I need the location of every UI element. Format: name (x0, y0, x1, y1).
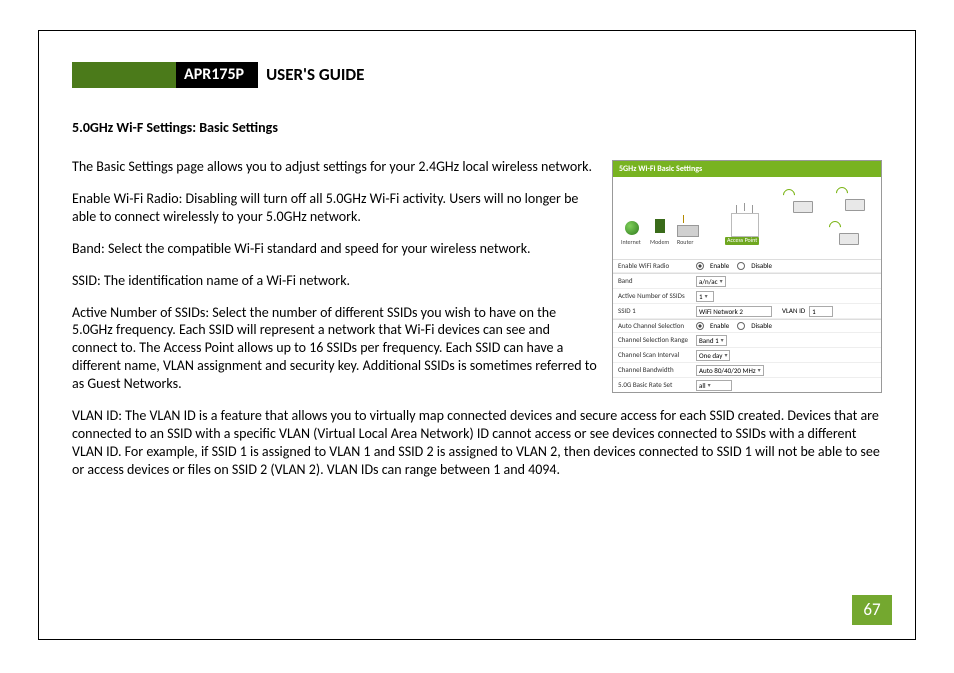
select-active-ssids[interactable]: 1 (696, 291, 714, 302)
page-content: APR175P USER'S GUIDE 5.0GHz Wi-F Setting… (72, 30, 882, 493)
label-active-ssids: Active Number of SSIDs (618, 292, 696, 301)
row-rate: 5.0G Basic Rate Set all (613, 378, 881, 392)
modem-icon (655, 219, 665, 233)
settings-screenshot: 5GHz Wi-Fi Basic Settings Internet Modem… (612, 160, 882, 393)
row-bandwidth: Channel Bandwidth Auto 80/40/20 MHz (613, 363, 881, 378)
label-channel-range: Channel Selection Range (618, 336, 696, 345)
figure-form: Enable WiFi Radio Enable Disable Band a/… (613, 259, 881, 392)
radio-enable-label: Enable (710, 262, 729, 271)
router-label: Router (677, 239, 693, 247)
label-scan-interval: Channel Scan Interval (618, 351, 696, 360)
row-enable-radio: Enable WiFi Radio Enable Disable (613, 260, 881, 273)
row-band: Band a/n/ac (613, 274, 881, 289)
radio-disable-label: Disable (751, 262, 772, 271)
input-vlanid[interactable]: 1 (809, 306, 833, 317)
laptop-icon (839, 233, 859, 245)
radio-disable[interactable] (737, 262, 747, 271)
row-ssid1: SSID 1 WiFi Network 2 VLAN ID 1 (613, 304, 881, 319)
section-heading: 5.0GHz Wi-F Settings: Basic Settings (72, 119, 882, 136)
radio-ac-disable-label: Disable (751, 322, 772, 331)
label-ssid1: SSID 1 (618, 307, 696, 316)
internet-label: Internet (621, 239, 641, 247)
ap-ant-2 (744, 203, 745, 211)
ap-ant-1 (736, 205, 737, 213)
label-auto-channel: Auto Channel Selection (618, 322, 696, 331)
header-guide-title: USER'S GUIDE (266, 64, 364, 85)
radio-ac-disable[interactable] (737, 322, 747, 331)
label-band: Band (618, 277, 696, 286)
radio-ac-enable[interactable] (696, 322, 706, 331)
figure-network-diagram: Internet Modem Router Access Point (613, 177, 881, 259)
laptop-icon (793, 201, 813, 213)
access-point-label: Access Point (725, 237, 759, 245)
paragraph-vlan-id: VLAN ID: The VLAN ID is a feature that a… (72, 407, 882, 479)
doc-header: APR175P USER'S GUIDE (72, 62, 882, 87)
row-scan-interval: Channel Scan Interval One day (613, 348, 881, 363)
select-channel-range[interactable]: Band 1 (696, 335, 727, 346)
row-channel-range: Channel Selection Range Band 1 (613, 333, 881, 348)
select-scan-interval[interactable]: One day (696, 350, 730, 361)
header-green-block (72, 62, 176, 88)
select-band[interactable]: a/n/ac (696, 276, 726, 287)
label-rate: 5.0G Basic Rate Set (618, 381, 696, 390)
access-point-icon (731, 213, 759, 237)
figure-title: 5GHz Wi-Fi Basic Settings (613, 161, 881, 177)
internet-icon (625, 221, 639, 235)
modem-label: Modem (650, 239, 669, 247)
select-rate[interactable]: all (696, 380, 732, 391)
radio-ac-enable-label: Enable (710, 322, 729, 331)
row-auto-channel: Auto Channel Selection Enable Disable (613, 320, 881, 333)
label-enable-radio: Enable WiFi Radio (618, 262, 696, 271)
router-antenna (683, 215, 684, 223)
ap-ant-3 (752, 205, 753, 213)
select-bandwidth[interactable]: Auto 80/40/20 MHz (696, 365, 764, 376)
label-bandwidth: Channel Bandwidth (618, 366, 696, 375)
row-active-ssids: Active Number of SSIDs 1 (613, 289, 881, 304)
input-ssid1[interactable]: WiFi Network 2 (696, 306, 772, 317)
router-icon (677, 225, 699, 237)
header-model: APR175P (176, 62, 258, 88)
body-text: 5GHz Wi-Fi Basic Settings Internet Modem… (72, 158, 882, 479)
page-number: 67 (852, 595, 892, 625)
radio-enable[interactable] (696, 262, 706, 271)
laptop-icon (845, 199, 865, 211)
label-vlanid: VLAN ID (782, 307, 805, 316)
